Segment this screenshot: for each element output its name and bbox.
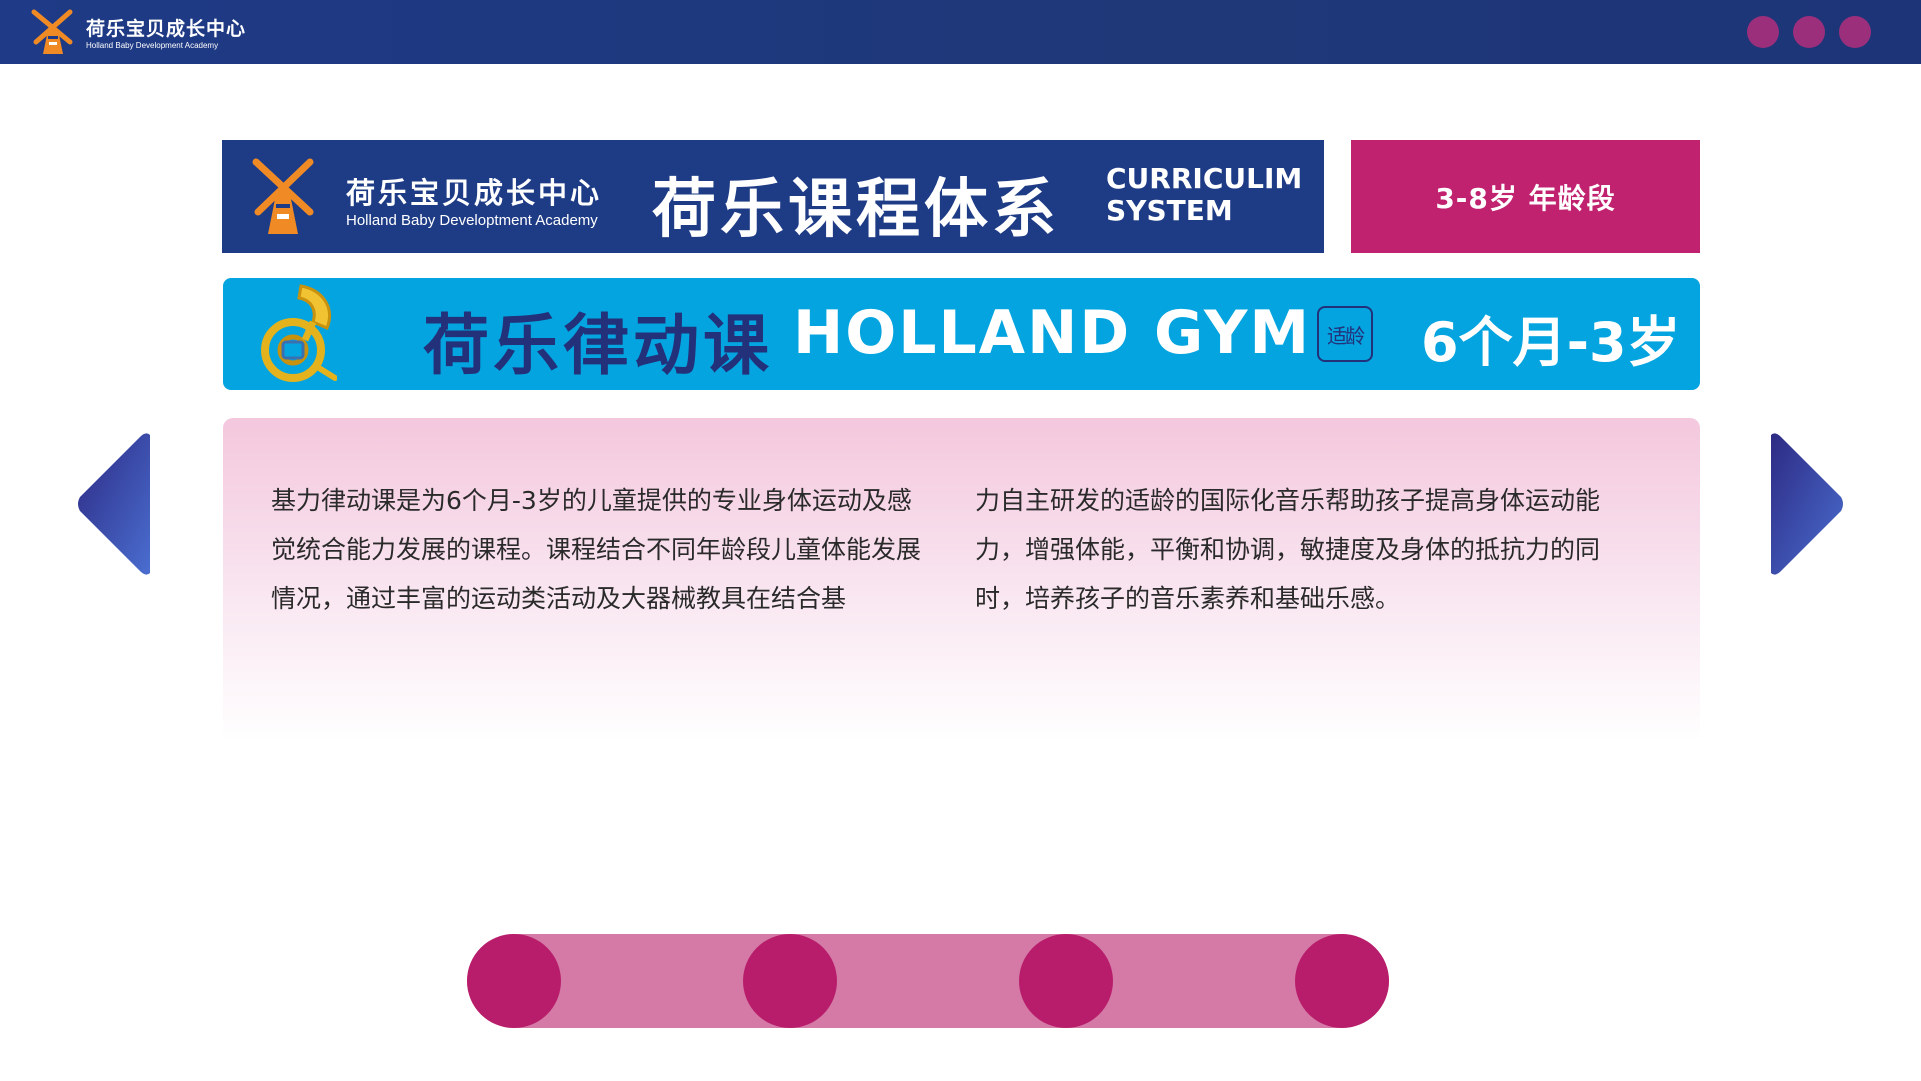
windmill-logo-icon bbox=[31, 9, 73, 54]
window-dot-1[interactable] bbox=[1747, 16, 1779, 48]
curriculum-banner: 荷乐宝贝成长中心 Holland Baby Developtment Acade… bbox=[222, 140, 1324, 253]
age-appropriate-seal: 适龄 bbox=[1317, 306, 1373, 362]
pager-track bbox=[467, 934, 1389, 1028]
logo-title: 荷乐宝贝成长中心 bbox=[86, 18, 247, 40]
course-name-en: HOLLAND GYM bbox=[793, 298, 1312, 368]
description-right-column: 力自主研发的适龄的国际化音乐帮助孩子提高身体运动能力，增强体能，平衡和协调，敏捷… bbox=[975, 486, 1601, 613]
pager bbox=[467, 934, 1389, 1028]
pager-dot-3[interactable] bbox=[1019, 934, 1113, 1028]
title-en-line1: CURRICULIM bbox=[1106, 162, 1303, 195]
window-dot-3[interactable] bbox=[1839, 16, 1871, 48]
course-age: 6个月-3岁 bbox=[1421, 311, 1681, 374]
pager-dot-4[interactable] bbox=[1295, 934, 1389, 1028]
brand-name-cn: 荷乐宝贝成长中心 bbox=[346, 176, 603, 210]
brand-name-en: Holland Baby Developtment Academy bbox=[346, 212, 598, 229]
course-description-panel: 基力律动课是为6个月-3岁的儿童提供的专业身体运动及感觉统合能力发展的课程。课程… bbox=[223, 418, 1700, 798]
title-en-line2: SYSTEM bbox=[1106, 194, 1233, 227]
french-horn-icon bbox=[261, 284, 337, 382]
pager-dot-2[interactable] bbox=[743, 934, 837, 1028]
top-bar: 荷乐宝贝成长中心 Holland Baby Development Academ… bbox=[0, 0, 1921, 64]
description-left-column: 基力律动课是为6个月-3岁的儿童提供的专业身体运动及感觉统合能力发展的课程。课程… bbox=[271, 486, 922, 613]
pager-dot-1[interactable] bbox=[467, 934, 561, 1028]
page-title: 荷乐课程体系 bbox=[652, 173, 1060, 247]
triangle-right-icon[interactable] bbox=[1767, 431, 1845, 577]
course-name-cn: 荷乐律动课 bbox=[423, 307, 773, 384]
triangle-left-icon[interactable] bbox=[76, 431, 154, 577]
windmill-logo-icon bbox=[252, 158, 314, 234]
age-range-badge: 3-8岁 年龄段 bbox=[1351, 140, 1700, 253]
window-dot-2[interactable] bbox=[1793, 16, 1825, 48]
slide-page: 荷乐宝贝成长中心 Holland Baby Development Academ… bbox=[0, 0, 1921, 1081]
logo-subtitle: Holland Baby Development Academy bbox=[86, 41, 219, 50]
course-header: 荷乐律动课 HOLLAND GYM 适龄 6个月-3岁 bbox=[223, 278, 1700, 390]
window-controls bbox=[1747, 16, 1871, 48]
